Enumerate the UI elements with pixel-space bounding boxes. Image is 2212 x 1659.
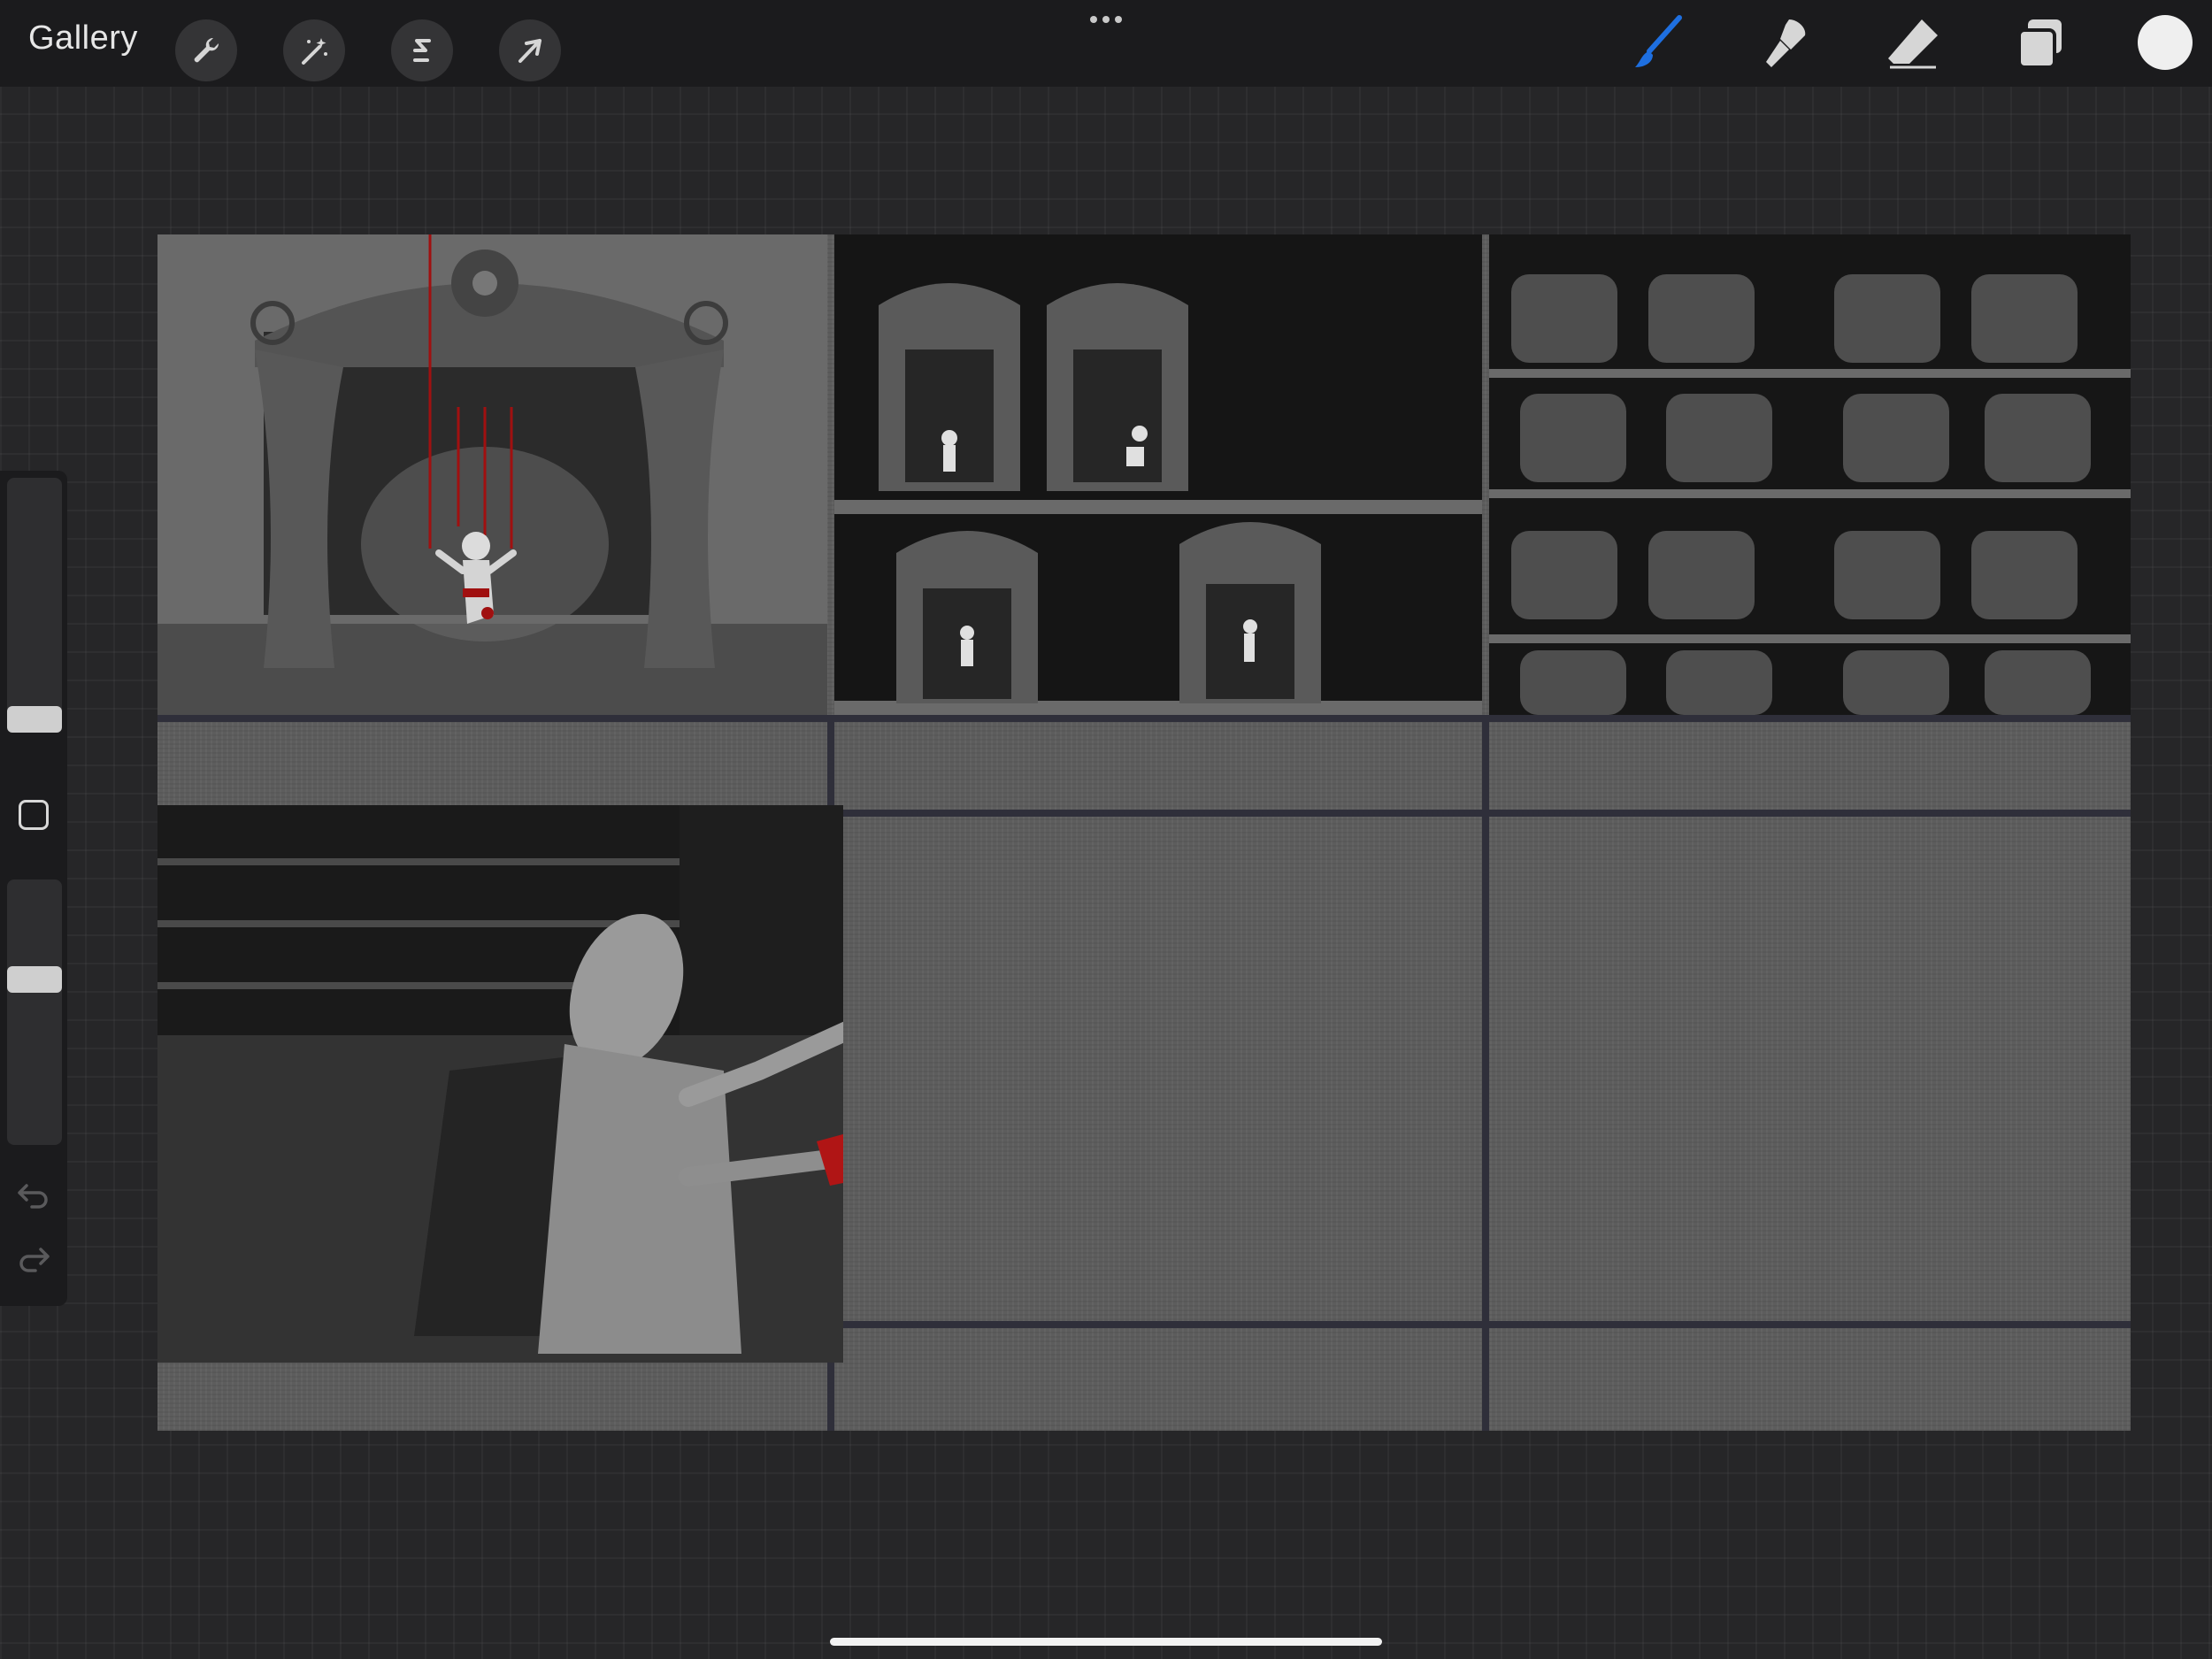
opacity-handle[interactable] [7,966,62,993]
eraser-icon[interactable] [1883,12,1945,74]
home-indicator[interactable] [830,1638,1382,1646]
panel-divider [835,1321,2131,1328]
modify-square-icon[interactable] [19,800,49,830]
panel-puppeteer-at-desk [157,805,843,1363]
layers-icon[interactable] [2010,12,2072,74]
left-sidebar [0,471,67,1306]
magic-wand-icon[interactable] [283,19,345,81]
panel-divider [157,715,2131,722]
more-options-icon[interactable] [1087,9,1125,30]
color-picker-swatch[interactable] [2138,15,2193,70]
smudge-icon[interactable] [1755,12,1817,74]
brush-size-handle[interactable] [7,706,62,733]
panel-many-theaters-grid [1489,234,2131,715]
selection-s-icon[interactable] [391,19,453,81]
top-toolbar: Gallery [0,0,2212,87]
undo-icon[interactable] [16,1179,51,1210]
brush-size-slider[interactable] [7,478,62,717]
opacity-slider[interactable] [7,879,62,1145]
panel-divider [835,810,2131,817]
panel-single-puppet-theater [157,234,827,715]
brush-icon[interactable] [1628,12,1690,74]
transform-arrow-icon[interactable] [499,19,561,81]
drawing-canvas[interactable] [157,234,2131,1431]
redo-icon[interactable] [16,1242,51,1274]
panel-four-puppet-theaters [834,234,1482,715]
gallery-button[interactable]: Gallery [28,19,138,58]
wrench-icon[interactable] [175,19,237,81]
